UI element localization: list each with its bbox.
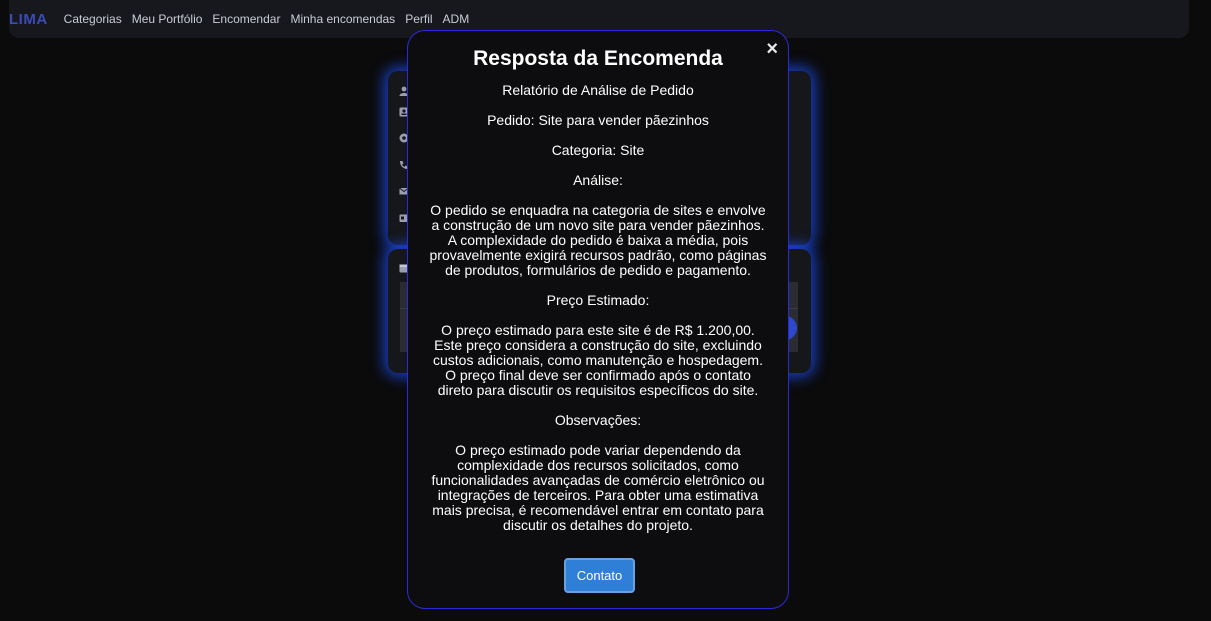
notes-heading: Observações: <box>554 412 642 428</box>
notes-text: O preço estimado pode variar dependendo … <box>431 442 765 533</box>
nav-link-meu-portfolio[interactable]: Meu Portfólio <box>132 12 203 26</box>
modal-title: Resposta da Encomenda <box>473 47 723 70</box>
analysis-text: O pedido se enquadra na categoria de sit… <box>429 202 767 278</box>
nav-links: Categorias Meu Portfólio Encomendar Minh… <box>64 12 480 26</box>
order-name: Pedido: Site para vender pãezinhos <box>487 112 709 128</box>
close-icon[interactable]: × <box>766 39 778 59</box>
nav-link-encomendar[interactable]: Encomendar <box>212 12 280 26</box>
order-response-modal: × Resposta da Encomenda Relatório de Aná… <box>407 30 789 609</box>
nav-link-adm[interactable]: ADM <box>443 12 470 26</box>
report-heading: Relatório de Análise de Pedido <box>502 82 694 98</box>
brand-logo[interactable]: LIMA <box>9 11 48 28</box>
nav-link-minha-encomendas[interactable]: Minha encomendas <box>290 12 395 26</box>
contact-button[interactable]: Contato <box>564 558 635 593</box>
price-heading: Preço Estimado: <box>546 292 650 308</box>
analysis-heading: Análise: <box>573 172 623 188</box>
price-text: O preço estimado para este site é de R$ … <box>433 322 763 398</box>
modal-body: Relatório de Análise de Pedido Pedido: S… <box>408 83 788 533</box>
nav-link-perfil[interactable]: Perfil <box>405 12 432 26</box>
nav-link-categorias[interactable]: Categorias <box>64 12 122 26</box>
order-category: Categoria: Site <box>551 142 645 158</box>
